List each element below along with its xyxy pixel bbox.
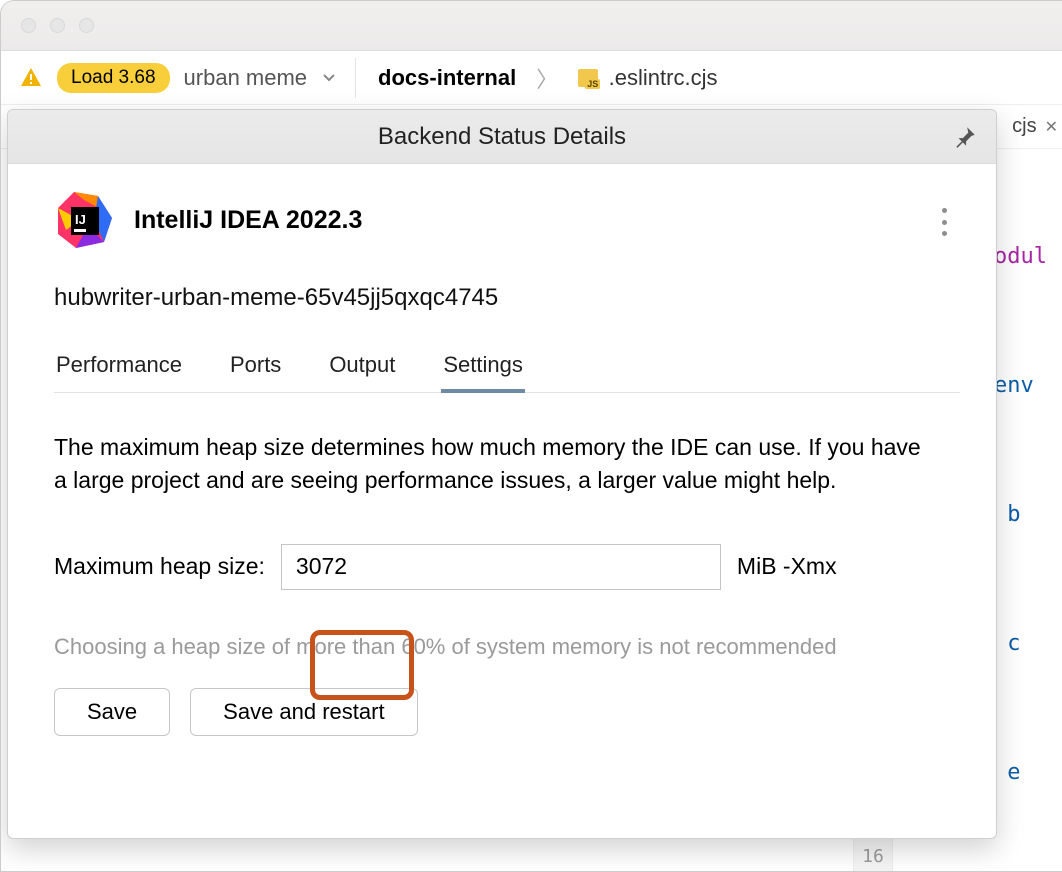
popup-header: Backend Status Details bbox=[8, 110, 996, 164]
heap-size-label: Maximum heap size: bbox=[54, 553, 265, 580]
top-toolbar: Load 3.68 urban meme docs-internal 〉 JS … bbox=[1, 51, 1062, 105]
popup-tabs: Performance Ports Output Settings bbox=[54, 346, 960, 393]
toolbar-separator bbox=[355, 58, 356, 98]
tab-performance[interactable]: Performance bbox=[54, 346, 184, 392]
backend-status-popup: Backend Status Details IJ bbox=[7, 109, 997, 839]
save-button[interactable]: Save bbox=[54, 688, 170, 736]
window-max-dot[interactable] bbox=[79, 18, 94, 33]
svg-text:IJ: IJ bbox=[75, 212, 86, 227]
instance-id: hubwriter-urban-meme-65v45jj5qxqc4745 bbox=[54, 284, 960, 312]
window-close-dot[interactable] bbox=[21, 18, 36, 33]
heap-hint: Choosing a heap size of more than 60% of… bbox=[54, 634, 960, 660]
code-line: b bbox=[992, 493, 1062, 536]
more-menu-icon[interactable] bbox=[932, 208, 956, 236]
tab-settings[interactable]: Settings bbox=[441, 346, 525, 392]
code-line: e bbox=[992, 751, 1062, 794]
warning-icon bbox=[19, 66, 43, 90]
window-min-dot[interactable] bbox=[50, 18, 65, 33]
project-selector[interactable]: urban meme bbox=[184, 65, 308, 91]
tab-ports[interactable]: Ports bbox=[228, 346, 283, 392]
close-icon[interactable]: ✕ bbox=[1045, 117, 1058, 137]
js-file-icon: JS bbox=[578, 69, 598, 87]
settings-description: The maximum heap size determines how muc… bbox=[54, 431, 934, 498]
breadcrumb-file[interactable]: JS .eslintrc.cjs bbox=[578, 65, 717, 91]
tab-output[interactable]: Output bbox=[327, 346, 397, 392]
code-line: odul bbox=[992, 235, 1062, 278]
load-indicator[interactable]: Load 3.68 bbox=[57, 63, 170, 93]
code-line: env bbox=[992, 364, 1062, 407]
save-and-restart-button[interactable]: Save and restart bbox=[190, 688, 417, 736]
editor-tab[interactable]: cjs bbox=[1012, 115, 1036, 138]
heap-size-unit: MiB -Xmx bbox=[737, 553, 837, 580]
code-editor-sliver: odul env b c e n }, par ext par e r b s … bbox=[992, 149, 1062, 871]
titlebar bbox=[1, 1, 1062, 51]
line-number: 16 bbox=[853, 834, 893, 872]
pin-icon[interactable] bbox=[950, 122, 980, 152]
heap-size-input[interactable] bbox=[281, 544, 721, 590]
breadcrumb-folder[interactable]: docs-internal bbox=[378, 65, 516, 91]
popup-title: Backend Status Details bbox=[378, 123, 626, 151]
chevron-down-icon[interactable] bbox=[321, 69, 339, 87]
app-name: IntelliJ IDEA 2022.3 bbox=[134, 206, 362, 235]
code-line: c bbox=[992, 622, 1062, 665]
intellij-logo-icon: IJ bbox=[54, 190, 114, 250]
breadcrumb-separator: 〉 bbox=[530, 62, 564, 94]
breadcrumb-file-label: .eslintrc.cjs bbox=[609, 65, 718, 90]
